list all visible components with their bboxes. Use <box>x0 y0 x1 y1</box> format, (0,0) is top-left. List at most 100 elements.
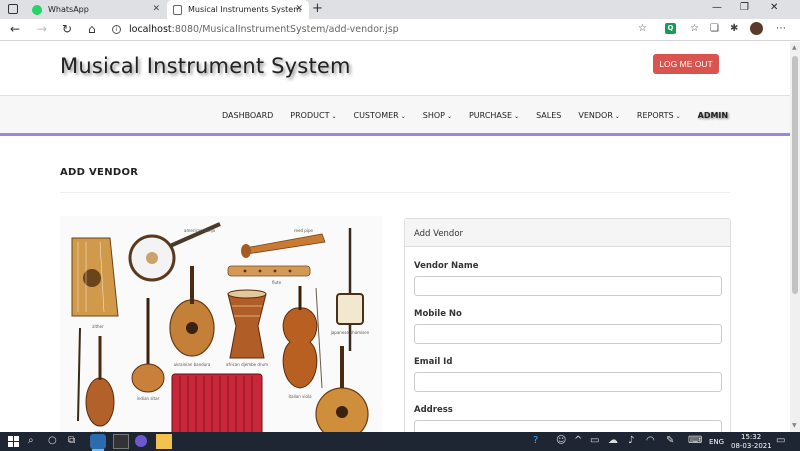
clock-date[interactable]: 08-03-2021 <box>731 442 772 450</box>
menu-item-product[interactable]: PRODUCT ⌄ <box>290 111 336 120</box>
settings-app-icon[interactable] <box>135 435 147 447</box>
menu-item-reports[interactable]: REPORTS ⌄ <box>637 111 681 120</box>
menu-item-label: CUSTOMER <box>353 111 399 120</box>
scrollbar-thumb[interactable] <box>792 56 798 294</box>
volume-icon[interactable]: ♪ <box>628 435 634 446</box>
address-host: localhost <box>129 24 172 35</box>
svg-text:japanese shamisen: japanese shamisen <box>330 330 370 335</box>
svg-text:ukrainian bandura: ukrainian bandura <box>174 362 211 367</box>
tab-whatsapp[interactable]: WhatsApp ✕ <box>26 0 166 19</box>
address-input[interactable] <box>414 420 722 432</box>
language-indicator[interactable]: ENG <box>709 438 724 446</box>
minimize-icon[interactable]: — <box>712 2 722 13</box>
address-bar[interactable]: i localhost:8080/MusicalInstrumentSystem… <box>112 21 662 38</box>
address-label: Address <box>414 405 453 415</box>
close-window-icon[interactable]: ✕ <box>770 2 778 13</box>
svg-text:african djembe drum: african djembe drum <box>226 362 268 367</box>
vendor-name-input[interactable] <box>414 276 722 296</box>
menu-item-purchase[interactable]: PURCHASE ⌄ <box>469 111 519 120</box>
pen-icon[interactable]: ✎ <box>666 435 674 446</box>
chevron-down-icon: ⌄ <box>446 113 452 120</box>
favorite-add-icon[interactable]: ☆ <box>638 23 647 34</box>
mobile-no-input[interactable] <box>414 324 722 344</box>
home-icon[interactable]: ⌂ <box>88 22 96 36</box>
site-title: Musical Instrument System <box>60 54 351 78</box>
tab-label: WhatsApp <box>48 5 89 14</box>
notifications-icon[interactable]: ▭ <box>776 435 785 446</box>
file-explorer-icon[interactable] <box>156 434 172 449</box>
favorites-icon[interactable]: ☆ <box>690 23 699 34</box>
address-path: :8080/MusicalInstrumentSystem/add-vendor… <box>171 24 399 35</box>
profile-avatar[interactable] <box>750 22 763 35</box>
clock-time[interactable]: 15:32 <box>741 433 761 441</box>
site-header: Musical Instrument System LOG ME OUT <box>0 42 790 95</box>
chevron-down-icon: ⌄ <box>400 113 406 120</box>
keyboard-icon[interactable]: ⌨ <box>688 435 702 446</box>
more-menu-icon[interactable]: ⋯ <box>776 23 786 34</box>
search-icon[interactable]: ⌕ <box>28 435 34 446</box>
chevron-down-icon: ⌄ <box>331 113 337 120</box>
tab-label: Musical Instruments System <box>188 5 301 14</box>
close-tab-icon[interactable]: ✕ <box>152 4 160 14</box>
wifi-icon[interactable]: ◠ <box>646 435 655 446</box>
email-id-input[interactable] <box>414 372 722 392</box>
menu-item-label: DASHBOARD <box>222 111 274 120</box>
menu-item-vendor[interactable]: VENDOR ⌄ <box>578 111 620 120</box>
menu-item-sales[interactable]: SALES <box>536 111 561 120</box>
back-icon[interactable]: ← <box>10 22 20 36</box>
battery-icon[interactable]: ▭ <box>590 435 599 446</box>
help-icon[interactable]: ? <box>533 435 538 446</box>
page-viewport: Musical Instrument System LOG ME OUT DAS… <box>0 42 790 432</box>
collections-icon[interactable]: ❏ <box>710 23 719 34</box>
new-tab-icon[interactable]: + <box>312 1 323 16</box>
windows-start-icon[interactable] <box>8 436 19 447</box>
svg-text:reed pipe: reed pipe <box>294 228 313 233</box>
vendor-name-label: Vendor Name <box>414 261 479 271</box>
info-icon[interactable]: i <box>112 25 121 34</box>
menu-item-label: VENDOR <box>578 111 613 120</box>
edge-app-icon[interactable] <box>90 434 106 451</box>
svg-text:american banjo: american banjo <box>184 228 216 233</box>
page-heading: ADD VENDOR <box>60 167 139 178</box>
panel-title: Add Vendor <box>405 219 730 247</box>
chevron-down-icon: ⌄ <box>675 113 681 120</box>
menu-item-dashboard[interactable]: DASHBOARD <box>222 111 273 120</box>
page-icon <box>173 4 182 15</box>
email-id-label: Email Id <box>414 357 453 367</box>
svg-text:zither: zither <box>92 324 104 329</box>
svg-text:italian viola: italian viola <box>288 394 312 399</box>
extensions-puzzle-icon[interactable]: ✱ <box>730 23 738 34</box>
svg-text:flute: flute <box>272 280 282 285</box>
zither-graphic: zither <box>71 237 119 329</box>
tab-actions-icon[interactable] <box>8 4 18 14</box>
main-menu: DASHBOARD PRODUCT ⌄ CUSTOMER ⌄ SHOP ⌄ PURCHASE ⌄… <box>0 95 790 136</box>
menu-item-label: PRODUCT <box>290 111 330 120</box>
instruments-illustration: zither american banjo reed pipe flute ja… <box>60 216 382 432</box>
logout-button[interactable]: LOG ME OUT <box>653 54 719 74</box>
chevron-down-icon: ⌄ <box>514 113 520 120</box>
show-hidden-icons-icon[interactable]: ^ <box>574 435 582 446</box>
onedrive-icon[interactable]: ☁ <box>608 435 618 446</box>
task-view-icon[interactable]: ⧉ <box>68 435 75 446</box>
people-icon[interactable]: ☺ <box>556 435 566 446</box>
menu-list: DASHBOARD PRODUCT ⌄ CUSTOMER ⌄ SHOP ⌄ PURCHASE ⌄… <box>222 111 745 120</box>
restore-icon[interactable]: ❐ <box>740 2 749 13</box>
scroll-down-icon[interactable]: ▼ <box>792 422 797 429</box>
close-tab-icon[interactable]: ✕ <box>295 4 303 14</box>
menu-item-shop[interactable]: SHOP ⌄ <box>423 111 452 120</box>
menu-item-admin[interactable]: ADMIN <box>698 111 728 120</box>
forward-icon[interactable]: → <box>37 22 47 36</box>
terminal-app-icon[interactable] <box>113 434 129 449</box>
heading-divider <box>60 192 730 193</box>
refresh-icon[interactable]: ↻ <box>62 22 72 36</box>
menu-item-customer[interactable]: CUSTOMER ⌄ <box>353 111 405 120</box>
extension-icon[interactable]: Q <box>665 23 676 34</box>
menu-item-label: ADMIN <box>697 111 729 120</box>
scroll-up-icon[interactable]: ▲ <box>792 44 797 51</box>
mobile-no-label: Mobile No <box>414 309 462 319</box>
menu-item-label: SHOP <box>422 111 445 120</box>
accordion-graphic <box>171 373 263 432</box>
cortana-icon[interactable]: ○ <box>48 435 57 446</box>
tab-musical-instruments[interactable]: Musical Instruments System ✕ <box>167 0 309 19</box>
page-scrollbar[interactable]: ▲ ▼ <box>790 42 800 432</box>
